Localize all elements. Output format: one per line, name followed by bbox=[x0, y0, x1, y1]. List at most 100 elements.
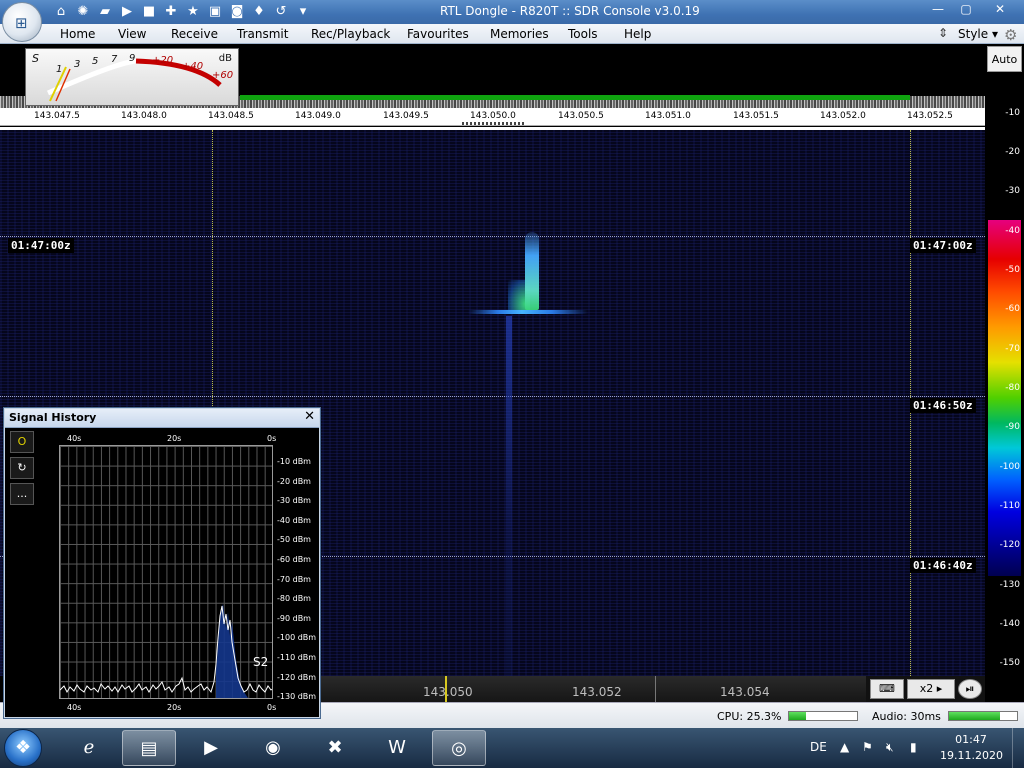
gear-icon[interactable]: ⚙ bbox=[1004, 26, 1017, 44]
strip-frequency-label: 143.054 bbox=[720, 685, 770, 699]
dbm-label: -90 dBm bbox=[277, 614, 311, 623]
window-controls: — ▢ ✕ bbox=[924, 0, 1020, 18]
network-icon[interactable]: ▮ bbox=[910, 740, 917, 754]
windows-logo-icon: ❖ bbox=[15, 737, 32, 758]
time-gridline bbox=[0, 236, 985, 237]
signal-history-title: Signal History bbox=[9, 411, 97, 424]
more-options-button[interactable]: ... bbox=[10, 483, 34, 505]
app-menu-button[interactable]: ⊞ bbox=[2, 2, 42, 42]
db-label: -110 bbox=[999, 501, 1020, 511]
maximize-button[interactable]: ▢ bbox=[952, 0, 980, 18]
db-label: -90 bbox=[1005, 422, 1020, 432]
show-desktop-button[interactable] bbox=[1012, 728, 1024, 768]
tab-transmit[interactable]: Transmit bbox=[237, 27, 288, 41]
frequency-label: 143.047.5 bbox=[34, 111, 80, 121]
strip-frequency-label: 143.050 bbox=[423, 685, 473, 699]
time-label: 0s bbox=[267, 434, 277, 443]
s-meter-db-label: dB bbox=[218, 53, 232, 64]
window-title: RTL Dongle - R820T :: SDR Console v3.0.1… bbox=[440, 4, 700, 18]
dbm-label: -20 dBm bbox=[277, 477, 311, 486]
audio-status: Audio: 30ms bbox=[872, 710, 941, 723]
timestamp-left: 01:47:00z bbox=[8, 238, 74, 253]
s-meter-tick: 5 bbox=[92, 56, 99, 67]
dropdown-icon[interactable]: ▾ bbox=[294, 3, 312, 21]
spectrum-display[interactable]: S dB 1 3 5 7 9 +20 +40 +60 bbox=[0, 44, 985, 108]
strip-frequency-label: 143.052 bbox=[572, 685, 622, 699]
tab-favourites[interactable]: Favourites bbox=[407, 27, 469, 41]
auto-scale-button[interactable]: Auto bbox=[987, 46, 1022, 72]
lock-icon[interactable]: ▣ bbox=[206, 3, 224, 21]
time-gridline bbox=[0, 396, 985, 397]
s-meter-tick: 3 bbox=[74, 59, 81, 70]
s-meter-tick: 7 bbox=[111, 54, 118, 65]
taskbar: ❖ ℯ ▤ ▶ ◉ ✖ W ◎ DE ▲ ⚑ 🔇︎ ▮ 01:47 19.11.… bbox=[0, 728, 1024, 768]
dbm-label: -30 dBm bbox=[277, 496, 311, 505]
frequency-label: 143.050.5 bbox=[558, 111, 604, 121]
close-button[interactable]: ✕ bbox=[980, 0, 1020, 18]
close-icon[interactable]: ✕ bbox=[304, 409, 315, 424]
internet-explorer-icon[interactable]: ℯ bbox=[62, 730, 116, 766]
db-scale[interactable]: Auto -10 -20 -30 -40 -50 -60 -70 -80 -90… bbox=[985, 44, 1024, 676]
tab-view[interactable]: View bbox=[118, 27, 146, 41]
dbm-label: -100 dBm bbox=[277, 633, 317, 642]
s-meter-tick: +20 bbox=[152, 55, 174, 66]
tab-help[interactable]: Help bbox=[624, 27, 651, 41]
signal-trace-tail bbox=[506, 316, 512, 676]
input-language[interactable]: DE bbox=[810, 740, 827, 754]
stop-icon[interactable]: ■ bbox=[140, 3, 158, 21]
record-toggle-button[interactable]: O bbox=[10, 431, 34, 453]
camera-icon[interactable]: ◙ bbox=[228, 3, 246, 21]
style-updown-icon[interactable]: ⇕ bbox=[938, 26, 948, 40]
audio-meter bbox=[948, 711, 1018, 721]
play-icon[interactable]: ▶ bbox=[118, 3, 136, 21]
tab-home[interactable]: Home bbox=[60, 27, 95, 41]
star-icon[interactable]: ★ bbox=[184, 3, 202, 21]
keyboard-icon: ⌨ bbox=[879, 682, 895, 695]
playback-button[interactable]: ⏯ bbox=[958, 679, 982, 699]
dbm-label: -70 dBm bbox=[277, 575, 311, 584]
undo-icon[interactable]: ↺ bbox=[272, 3, 290, 21]
s-reading: S2 bbox=[253, 655, 269, 669]
settings-icon[interactable]: ✺ bbox=[74, 3, 92, 21]
excel-icon[interactable]: ✖ bbox=[308, 730, 362, 766]
file-explorer-icon[interactable]: ▤ bbox=[122, 730, 176, 766]
signal-history-window[interactable]: Signal History ✕ O ↻ ... 40s 20s 0s 40s … bbox=[4, 408, 320, 718]
taskbar-clock[interactable]: 01:47 19.11.2020 bbox=[940, 732, 1003, 764]
time-label: 20s bbox=[167, 703, 182, 712]
signal-history-titlebar[interactable]: Signal History ✕ bbox=[5, 409, 319, 428]
word-icon[interactable]: W bbox=[370, 730, 424, 766]
chrome-icon[interactable]: ◉ bbox=[246, 730, 300, 766]
tab-tools[interactable]: Tools bbox=[568, 27, 598, 41]
sdr-console-icon[interactable]: ◎ bbox=[432, 730, 486, 766]
reset-button[interactable]: ↻ bbox=[10, 457, 34, 479]
signal-history-trace bbox=[60, 604, 272, 698]
zoom-label: x2 bbox=[919, 682, 934, 695]
tab-rec-playback[interactable]: Rec/Playback bbox=[311, 27, 390, 41]
drop-icon[interactable]: ♦ bbox=[250, 3, 268, 21]
frequency-label: 143.051.0 bbox=[645, 111, 691, 121]
home-icon[interactable]: ⌂ bbox=[52, 3, 70, 21]
bottom-frequency-strip[interactable]: 143.050 143.052 143.054 bbox=[321, 676, 866, 702]
folder-icon[interactable]: ▰ bbox=[96, 3, 114, 21]
media-player-icon[interactable]: ▶ bbox=[184, 730, 238, 766]
tab-memories[interactable]: Memories bbox=[490, 27, 549, 41]
tab-receive[interactable]: Receive bbox=[171, 27, 218, 41]
speaker-muted-icon[interactable]: 🔇︎ bbox=[886, 740, 894, 755]
zoom-button[interactable]: x2 ▸ bbox=[907, 679, 955, 699]
keyboard-button[interactable]: ⌨ bbox=[870, 679, 904, 699]
app-menu-icon: ⊞ bbox=[15, 14, 28, 32]
cpu-meter-fill bbox=[789, 712, 806, 720]
audio-meter-fill bbox=[949, 712, 1000, 720]
action-center-icon[interactable]: ⚑ bbox=[862, 740, 873, 754]
time-label: 20s bbox=[167, 434, 182, 443]
dbm-label: -110 dBm bbox=[277, 653, 317, 662]
ribbon-tabs: Home View Receive Transmit Rec/Playback … bbox=[0, 24, 1024, 44]
minimize-button[interactable]: — bbox=[924, 0, 952, 18]
start-button[interactable]: ❖ bbox=[4, 729, 42, 767]
db-label: -120 bbox=[999, 540, 1020, 550]
show-hidden-icons-icon[interactable]: ▲ bbox=[840, 740, 849, 754]
add-icon[interactable]: ✚ bbox=[162, 3, 180, 21]
db-label: -40 bbox=[1005, 226, 1020, 236]
dbm-label: -50 dBm bbox=[277, 535, 311, 544]
style-menu[interactable]: Style ▾ bbox=[958, 27, 998, 41]
